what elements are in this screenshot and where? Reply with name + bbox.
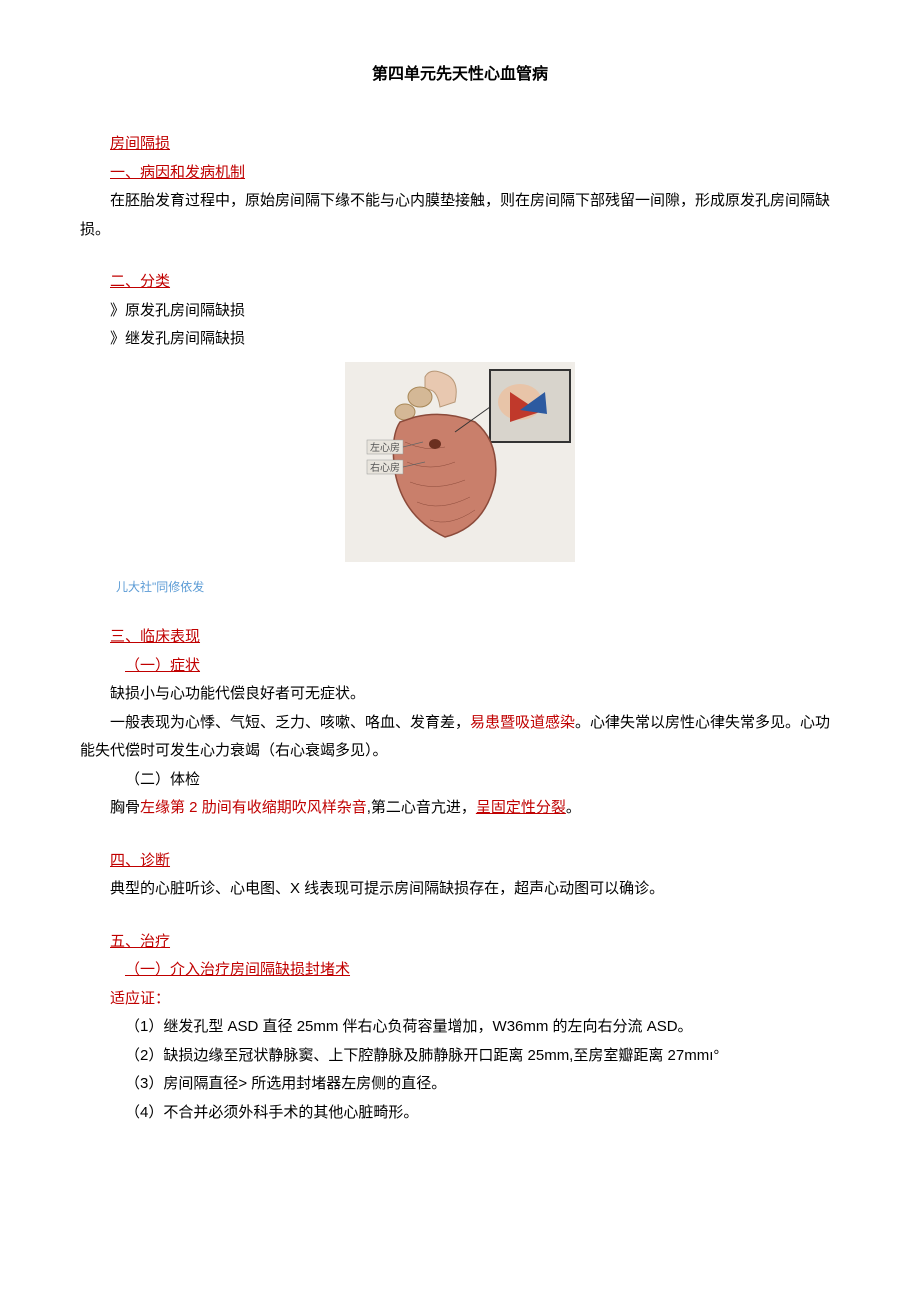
indication-2: （2）缺损边缘至冠状静脉窦、上下腔静脉及肺静脉开口距离 25mm,至房室瓣距离 …: [80, 1042, 840, 1071]
image-caption: 儿大社"同修依发: [116, 576, 840, 599]
symptoms-paragraph-2: 一般表现为心悸、气短、乏力、咳嗽、咯血、发育差，易患暨吸道感染。心律失常以房性心…: [80, 709, 840, 766]
document-title: 第四单元先天性心血管病: [80, 60, 840, 90]
exam-text-red-1: 左缘第 2 肋间有收缩期吹风样杂音: [140, 799, 367, 816]
exam-text-e: 。: [566, 799, 581, 816]
label-right-atrium: 右心房: [370, 461, 400, 474]
subheading-treatment: 五、治疗: [80, 928, 840, 957]
indication-3: （3）房间隔直径> 所选用封堵器左房侧的直径。: [80, 1070, 840, 1099]
indications-label: 适应证：: [80, 985, 840, 1014]
etiology-paragraph: 在胚胎发育过程中，原始房间隔下缘不能与心内膜垫接触，则在房间隔下部残留一间隙，形…: [80, 187, 840, 244]
subheading-symptoms: （一）症状: [95, 652, 840, 681]
exam-text-red-underline: 呈固定性分裂: [476, 799, 566, 816]
subheading-clinical: 三、临床表现: [80, 623, 840, 652]
subheading-examination: （二）体检: [80, 766, 840, 795]
subheading-etiology: 一、病因和发病机制: [80, 159, 840, 188]
symptoms-paragraph-1: 缺损小与心功能代偿良好者可无症状。: [80, 680, 840, 709]
heart-illustration-svg: 左心房 右心房: [345, 362, 575, 562]
subheading-diagnosis: 四、诊断: [80, 847, 840, 876]
classification-item-1: 》原发孔房间隔缺损: [80, 297, 840, 326]
indication-1: （1）继发孔型 ASD 直径 25mm 伴右心负荷容量增加，W36mm 的左向右…: [80, 1013, 840, 1042]
diagnosis-paragraph: 典型的心脏听诊、心电图、X 线表现可提示房间隔缺损存在，超声心动图可以确诊。: [80, 875, 840, 904]
symptoms-text-a: 一般表现为心悸、气短、乏力、咳嗽、咯血、发育差，: [110, 714, 470, 731]
symptoms-text-red: 易患暨吸道感染: [470, 714, 575, 731]
exam-text-c: ,第二心音亢进，: [367, 799, 476, 816]
classification-item-2: 》继发孔房间隔缺损: [80, 325, 840, 354]
subheading-classification: 二、分类: [80, 268, 840, 297]
indication-4: （4）不合并必须外科手术的其他心脏畸形。: [80, 1099, 840, 1128]
section-heading-atrial-septal-defect: 房间隔损: [80, 130, 840, 159]
heart-diagram: 左心房 右心房: [80, 362, 840, 573]
subheading-intervention: （一）介入治疗房间隔缺损封堵术: [95, 956, 840, 985]
examination-paragraph: 胸骨左缘第 2 肋间有收缩期吹风样杂音,第二心音亢进，呈固定性分裂。: [80, 794, 840, 823]
label-left-atrium: 左心房: [370, 441, 400, 454]
exam-text-a: 胸骨: [110, 799, 140, 816]
